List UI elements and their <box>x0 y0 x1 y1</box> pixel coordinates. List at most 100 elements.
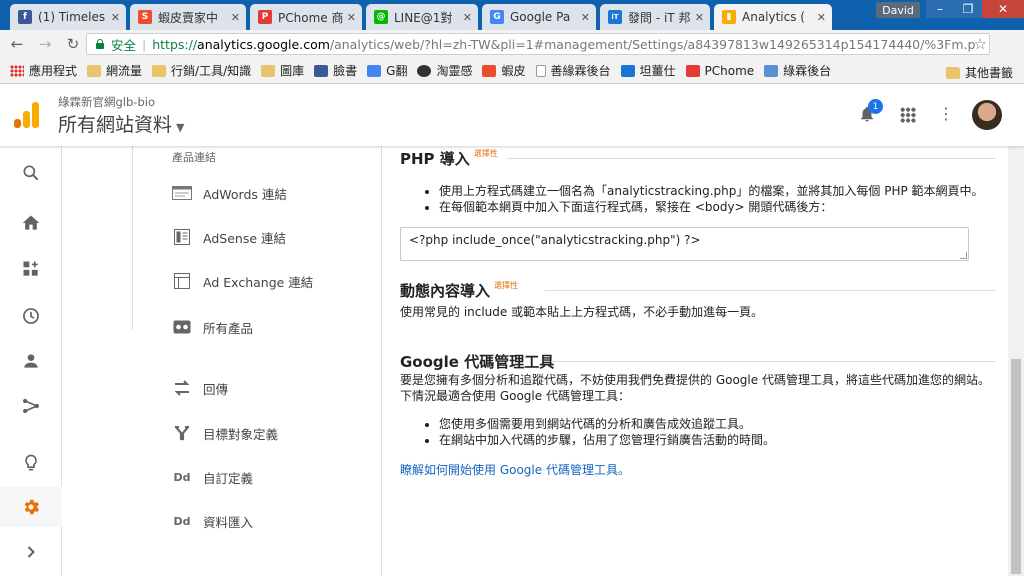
address-bar[interactable]: 安全 | https://analytics.google.com/analyt… <box>86 33 990 55</box>
gtm-learn-more-link[interactable]: 瞭解如何開始使用 Google 代碼管理工具。 <box>400 461 630 478</box>
property-name: 所有網站資料 <box>58 114 173 136</box>
admin-item-adsense[interactable]: AdSense 連結 <box>172 226 286 248</box>
bookmark-folder-gallery[interactable]: 圖庫 <box>261 62 304 79</box>
bookmark-folder-traffic[interactable]: 網流量 <box>87 62 142 79</box>
bookmark-folder-marketing[interactable]: 行銷/工具/知識 <box>152 62 251 79</box>
dynamic-section-heading: 動態內容導入 選擇性 <box>400 280 518 301</box>
forward-icon[interactable]: → <box>34 35 56 53</box>
browser-tab-shopee[interactable]: S 蝦皮賣家中 ✕ <box>130 4 246 30</box>
account-name: 綠霖新官網glb-bio <box>58 95 155 109</box>
gtm-use-cases: 您使用多個需要用到網站代碼的分析和廣告成效追蹤工具。 在網站中加入代碼的步驟，佔… <box>439 416 775 448</box>
admin-item-label: Ad Exchange 連結 <box>203 274 314 290</box>
tab-close-icon[interactable]: ✕ <box>695 11 704 24</box>
shopee-icon <box>482 64 497 77</box>
admin-item-data-import[interactable]: Dd 資料匯入 <box>172 510 253 532</box>
bookmark-label: G翻 <box>386 64 408 78</box>
minimize-icon[interactable]: – <box>926 0 954 18</box>
scrollbar-thumb[interactable] <box>1011 359 1021 574</box>
home-icon[interactable] <box>0 203 62 243</box>
search-icon[interactable] <box>0 153 62 193</box>
acquisition-icon[interactable] <box>0 386 62 426</box>
other-bookmarks[interactable]: 其他書籤 <box>946 64 1013 81</box>
folder-icon <box>946 66 960 79</box>
bookmark-shopee[interactable]: 蝦皮 <box>482 62 526 79</box>
admin-item-adwords[interactable]: AdWords 連結 <box>172 182 287 204</box>
more-vert-icon[interactable]: ⋮ <box>938 104 954 123</box>
data-import-icon: Dd <box>173 514 191 528</box>
ithome-icon: iT <box>608 10 622 24</box>
bookmark-apps[interactable]: 應用程式 <box>10 62 77 79</box>
browser-tab-google[interactable]: G Google Pa ✕ <box>482 4 596 30</box>
translate-icon <box>367 64 382 77</box>
php-include-code-field[interactable]: <?php include_once("analyticstracking.ph… <box>400 227 969 261</box>
audience-person-icon[interactable] <box>0 341 62 381</box>
browser-tab-analytics[interactable]: ▮ Analytics ( ✕ <box>714 4 832 30</box>
discover-lightbulb-icon[interactable] <box>0 443 62 483</box>
browser-tab-ithome[interactable]: iT 發問 - iT 邦 ✕ <box>600 4 710 30</box>
admin-item-all-products[interactable]: 所有產品 <box>172 316 253 338</box>
tab-close-icon[interactable]: ✕ <box>111 11 120 24</box>
facebook-icon <box>314 64 329 77</box>
tab-close-icon[interactable]: ✕ <box>347 11 356 24</box>
window-close-icon[interactable]: ✕ <box>982 0 1024 18</box>
admin-item-postbacks[interactable]: 回傳 <box>172 377 228 399</box>
url-path: /analytics/web/?hl=zh-TW&pli=1#managemen… <box>329 36 976 52</box>
back-icon[interactable]: ← <box>6 35 28 53</box>
browser-profile-button[interactable]: David <box>876 2 920 18</box>
property-selector[interactable]: 所有網站資料 ▼ <box>58 110 184 137</box>
list-item: 您使用多個需要用到網站代碼的分析和廣告成效追蹤工具。 <box>439 416 775 432</box>
bookmark-label: 其他書籤 <box>965 66 1014 80</box>
tab-close-icon[interactable]: ✕ <box>581 11 590 24</box>
bookmark-label: 綠霖後台 <box>783 64 832 78</box>
page-scrollbar[interactable] <box>1008 146 1024 576</box>
browser-tab-strip: f (1) Timeles ✕ S 蝦皮賣家中 ✕ P PChome 商 ✕ @… <box>0 0 1024 30</box>
tab-close-icon[interactable]: ✕ <box>231 11 240 24</box>
maximize-icon[interactable]: ❐ <box>954 0 982 18</box>
bookmark-label: 淘靈感 <box>436 64 473 78</box>
folder-icon <box>87 64 102 77</box>
browser-tab-facebook[interactable]: f (1) Timeles ✕ <box>10 4 126 30</box>
bookmark-label: 行銷/工具/知識 <box>171 64 252 78</box>
bookmark-star-icon[interactable]: ☆ <box>974 35 987 53</box>
google-icon: G <box>490 10 504 24</box>
bookmark-translate[interactable]: G翻 <box>367 62 407 79</box>
bookmark-taobao[interactable]: 淘靈感 <box>417 62 472 79</box>
list-item: 在每個範本網頁中加入下面這行程式碼，緊接在 <body> 開頭代碼後方： <box>439 199 984 215</box>
browser-tab-pchome[interactable]: P PChome 商 ✕ <box>250 4 362 30</box>
optional-badge: 選擇性 <box>494 281 519 290</box>
admin-gear-icon[interactable] <box>0 487 62 527</box>
browser-tab-line[interactable]: @ LINE@1對 ✕ <box>366 4 478 30</box>
bookmark-w[interactable]: 坦薑仕 <box>620 62 676 79</box>
expand-chevron-icon[interactable] <box>0 532 62 572</box>
bookmark-backend[interactable]: 綠霖後台 <box>764 62 831 79</box>
bookmark-label: 善緣霖後台 <box>550 64 611 78</box>
lock-icon <box>95 39 105 49</box>
bookmark-admin[interactable]: 善緣霖後台 <box>535 62 611 79</box>
dynamic-description: 使用常見的 include 或範本貼上上方程式碼，不必手動加進每一頁。 <box>400 305 764 319</box>
bookmark-label: 蝦皮 <box>501 64 526 78</box>
tab-title: PChome 商 <box>278 10 343 25</box>
resize-handle-icon[interactable] <box>960 252 967 259</box>
bookmark-facebook[interactable]: 臉書 <box>314 62 357 79</box>
avatar[interactable] <box>972 100 1002 130</box>
facebook-icon: f <box>18 10 32 24</box>
bookmark-pchome[interactable]: PChome <box>685 64 754 78</box>
tab-close-icon[interactable]: ✕ <box>817 11 826 24</box>
customization-icon[interactable] <box>0 249 62 289</box>
browser-toolbar: ← → ↻ 安全 | https://analytics.google.com /… <box>0 30 1024 84</box>
php-instructions: 使用上方程式碼建立一個名為「analyticstracking.php」的檔案，… <box>439 183 984 215</box>
tab-close-icon[interactable]: ✕ <box>463 11 472 24</box>
reload-icon[interactable]: ↻ <box>62 35 84 53</box>
admin-item-ad-exchange[interactable]: Ad Exchange 連結 <box>172 270 313 292</box>
shopee-icon: S <box>138 10 152 24</box>
section-divider <box>551 361 996 362</box>
tab-title: (1) Timeles <box>38 10 106 24</box>
admin-item-audience-definitions[interactable]: 目標對象定義 <box>172 422 278 444</box>
url-host: analytics.google.com <box>197 36 330 52</box>
apps-grid-icon[interactable] <box>900 107 916 123</box>
realtime-clock-icon[interactable] <box>0 296 62 336</box>
gtm-description-2: 下情況最適合使用 Google 代碼管理工具： <box>400 389 630 403</box>
taobao-icon <box>417 64 432 77</box>
admin-item-custom-definitions[interactable]: Dd 自訂定義 <box>172 466 253 488</box>
tab-title: Google Pa <box>510 10 571 24</box>
